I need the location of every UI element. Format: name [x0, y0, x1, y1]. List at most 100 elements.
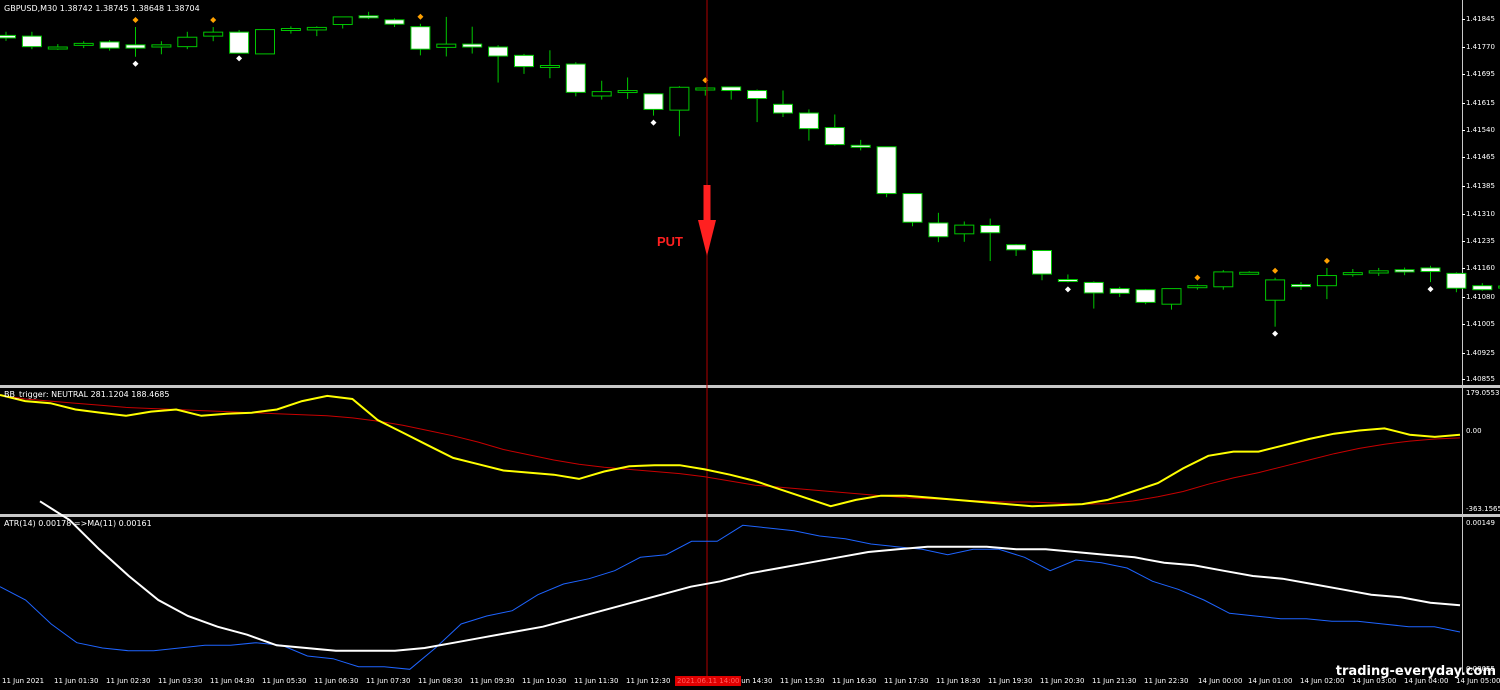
time-crosshair-label: 2021.06.11 14:00 [675, 676, 742, 686]
candle-body-bull [306, 26, 327, 31]
time-axis-label: 11 Jun 10:30 [522, 677, 567, 685]
price-tick-label: 1.40925 [1466, 349, 1495, 358]
fractal-down-marker [650, 119, 657, 126]
candle-body-bull [73, 42, 94, 46]
candle-body-bull [1342, 272, 1363, 276]
candle-body-bull [1368, 270, 1389, 274]
fractal-up-marker [417, 13, 424, 20]
time-axis-label: 11 Jun 16:30 [832, 677, 877, 685]
price-tick [1462, 213, 1465, 215]
price-tick-label: 1.41235 [1466, 236, 1495, 245]
candle-body-bear [1420, 267, 1441, 273]
price-tick-label: 1.41770 [1466, 42, 1495, 51]
time-axis-label: 11 Jun 06:30 [314, 677, 359, 685]
candle-body-bear [1472, 285, 1493, 291]
candle-body-bear [798, 112, 819, 130]
candle-body-bear [1135, 289, 1156, 303]
put-signal-label: PUT [657, 234, 683, 249]
candle-body-bull [255, 29, 275, 55]
price-tick-label: 1.40855 [1466, 374, 1495, 383]
candle-body-bull [177, 36, 198, 48]
candle-body-bear [99, 41, 120, 49]
candle-body-bull [1316, 275, 1337, 287]
put-arrow-shaft [703, 185, 711, 221]
symbol-label: GBPUSD,M30 1.38742 1.38745 1.38648 1.387… [4, 4, 200, 13]
candle-body-bear [824, 127, 845, 146]
price-tick [1462, 157, 1465, 159]
candle-body-bear [514, 54, 534, 68]
chart-canvas[interactable] [0, 0, 1500, 690]
bb-slow-line [0, 394, 1461, 505]
candle-body-bear [902, 193, 923, 223]
candle-body-bear [0, 34, 16, 39]
price-tick-label: 1.41005 [1466, 320, 1495, 329]
watermark: trading-everyday.com [1335, 664, 1496, 679]
candle-body-bear [1083, 281, 1104, 294]
price-tick [1462, 130, 1465, 132]
price-tick [1462, 186, 1465, 188]
time-axis-label: 11 Jun 20:30 [1040, 677, 1085, 685]
price-tick-label: 1.41695 [1466, 69, 1495, 78]
candle-body-bear [488, 46, 509, 57]
candle-body-bear [876, 146, 897, 195]
price-tick [1462, 296, 1465, 298]
time-axis-label: 11 Jun 21:30 [1092, 677, 1137, 685]
candle-body-bear [1032, 250, 1052, 275]
candle-body-bull [1265, 279, 1286, 301]
price-tick-label: 1.41845 [1466, 15, 1495, 24]
price-tick-label: 1.41540 [1466, 126, 1495, 135]
time-axis-label: 11 Jun 2021 [2, 677, 45, 685]
time-axis-label: 11 Jun 22:30 [1144, 677, 1189, 685]
time-axis-label: 11 Jun 17:30 [884, 677, 929, 685]
candle-body-bull [280, 28, 301, 32]
candle-body-bull [47, 46, 68, 50]
time-axis-label: 14 Jun 00:00 [1198, 677, 1243, 685]
candle-body-bear [125, 44, 146, 49]
time-axis-label: 11 Jun 19:30 [988, 677, 1033, 685]
time-axis-label: 11 Jun 07:30 [366, 677, 411, 685]
candle-body-bull [1161, 288, 1182, 305]
fractal-up-marker [132, 17, 139, 24]
atr-pane-title: ATR(14) 0.00178 =>MA(11) 0.00161 [4, 519, 152, 528]
atr-line [0, 524, 1461, 670]
candle-body-bull [203, 31, 224, 37]
time-axis-label: 11 Jun 03:30 [158, 677, 203, 685]
time-axis-label: 11 Jun 02:30 [106, 677, 151, 685]
put-arrow-head [698, 220, 716, 256]
time-axis-label: 11 Jun 15:30 [780, 677, 825, 685]
price-tick-label: 1.41080 [1466, 292, 1495, 301]
candle-body-bear [1057, 279, 1078, 283]
bb-pane-title: BB_trigger: NEUTRAL 281.1204 188.4685 [4, 390, 170, 399]
price-tick [1462, 378, 1465, 380]
candle-body-bear [850, 144, 871, 148]
fractal-down-marker [1272, 330, 1279, 337]
time-axis-label: 11 Jun 08:30 [418, 677, 463, 685]
price-tick [1462, 19, 1465, 21]
candle-body-bear [565, 63, 586, 93]
candle-body-bull [695, 87, 716, 91]
candle-body-bear [21, 35, 42, 48]
time-axis-label: 11 Jun 09:30 [470, 677, 515, 685]
fractal-down-marker [1064, 286, 1071, 293]
candle-body-bull [151, 44, 172, 48]
time-axis-label: 11 Jun 12:30 [626, 677, 671, 685]
candle-body-bull [1239, 271, 1260, 275]
candle-body-bull [1187, 285, 1208, 289]
price-tick-label: 1.41160 [1466, 263, 1495, 272]
atr-ma-line [39, 500, 1461, 652]
candle-body-bear [410, 26, 431, 50]
candle-body-bear [773, 103, 793, 114]
candle-body-bear [1109, 288, 1130, 294]
price-tick-label: 1.41310 [1466, 209, 1495, 218]
candle-body-bear [1446, 272, 1467, 289]
fractal-up-marker [210, 17, 217, 24]
candle-body-bear [384, 19, 405, 25]
fractal-up-marker [1323, 257, 1330, 264]
fractal-down-marker [132, 60, 139, 67]
candle-body-bull [436, 43, 457, 48]
candle-body-bear [358, 15, 379, 19]
candle-body-bear [980, 224, 1001, 234]
time-axis-label: 14 Jun 01:00 [1248, 677, 1293, 685]
price-tick [1462, 267, 1465, 269]
candle-body-bull [539, 65, 560, 69]
